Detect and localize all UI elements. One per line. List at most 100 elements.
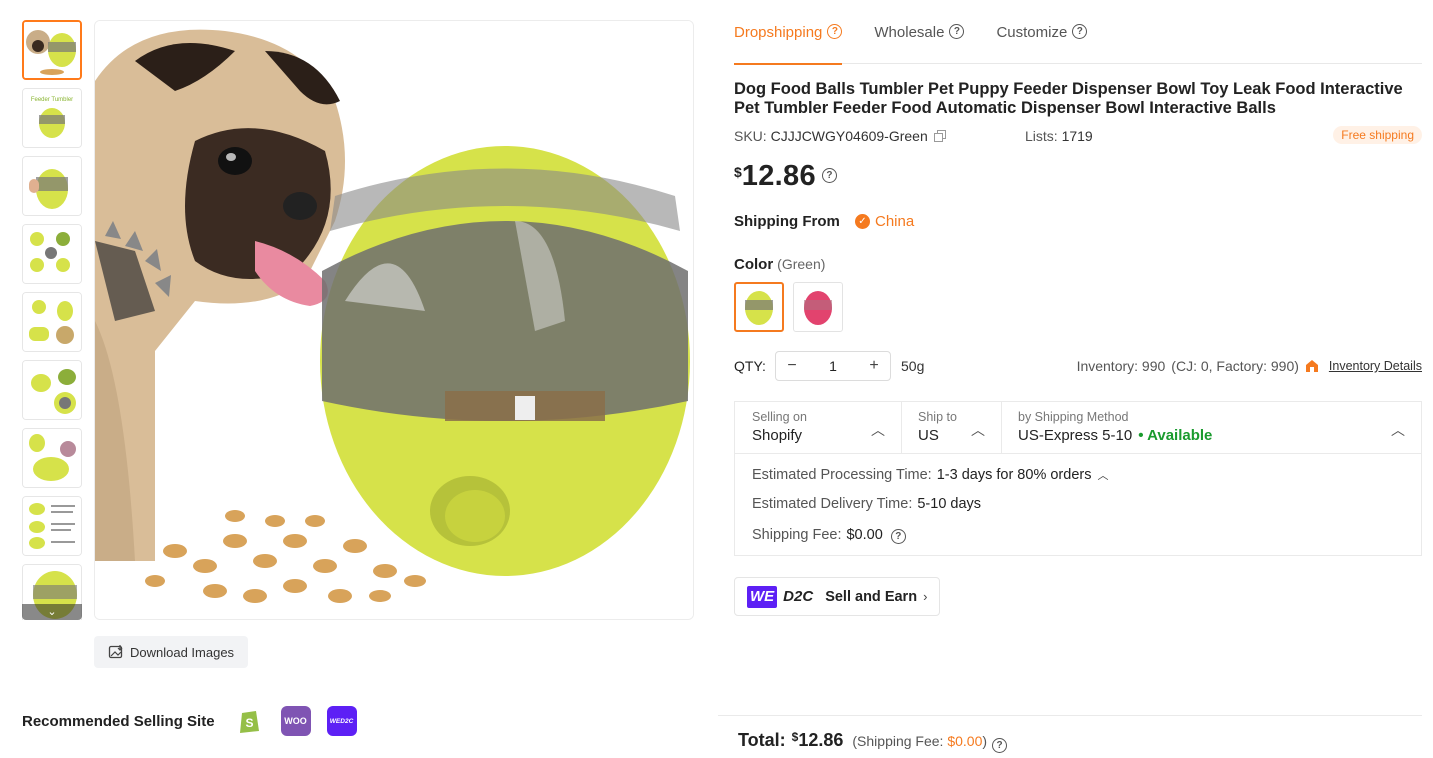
help-icon[interactable]: ? — [890, 529, 906, 544]
help-icon[interactable]: ? — [992, 738, 1008, 753]
delivery-time: Estimated Delivery Time: 5-10 days — [752, 496, 981, 512]
shipping-origin-option[interactable]: ✓ China — [855, 213, 914, 230]
ship-to-label: Ship to — [918, 410, 957, 424]
chevron-up-icon[interactable]: ︿ — [1098, 470, 1109, 482]
color-swatch-pink[interactable] — [793, 282, 843, 332]
shipping-method-value: US-Express 5-10 • Available — [1018, 427, 1421, 444]
shipping-selectors: Selling on Shopify ︿ Ship to US ︿ by Shi… — [735, 402, 1421, 454]
thumbnail-5-image — [23, 293, 81, 351]
price-amount: 12.86 — [741, 160, 816, 192]
delivery-time-label: Estimated Delivery Time: — [752, 496, 913, 512]
recommended-selling-site: Recommended Selling Site S WOO WED2C — [22, 706, 357, 736]
divider — [718, 715, 1422, 716]
shipping-method-name: US-Express 5-10 — [1018, 427, 1133, 444]
tab-dropshipping[interactable]: Dropshipping ? — [734, 20, 843, 65]
product-photo — [95, 21, 693, 619]
help-icon[interactable]: ? — [949, 24, 965, 39]
processing-time-label: Estimated Processing Time: — [752, 467, 932, 483]
total-fee-suffix: ) — [982, 733, 988, 749]
image-download-icon — [108, 645, 123, 659]
inventory-details-link[interactable]: Inventory Details — [1329, 359, 1422, 373]
sell-and-earn-label: Sell and Earn — [825, 588, 918, 605]
free-shipping-badge: Free shipping — [1333, 126, 1422, 144]
woocommerce-logo-icon[interactable]: WOO — [280, 706, 311, 736]
thumbnail-6[interactable] — [22, 360, 82, 420]
thumbnail-strip: Feeder Tumbler ⌄ — [22, 20, 82, 620]
quantity-input[interactable]: 1 — [808, 358, 858, 374]
processing-time: Estimated Processing Time: 1-3 days for 8… — [752, 467, 1109, 483]
thumbnail-4[interactable] — [22, 224, 82, 284]
quantity-stepper: − 1 + — [775, 351, 891, 381]
product-price: $ 12.86 ? — [734, 160, 837, 193]
svg-text:S: S — [245, 716, 253, 730]
download-images-label: Download Images — [130, 644, 235, 660]
total-currency: $ — [791, 730, 799, 744]
color-selected-value: (Green) — [777, 256, 826, 272]
wed2c-logo-icon[interactable]: WED2C — [326, 706, 357, 736]
wed2c-logo-text: WED2C — [329, 717, 354, 725]
selling-on-selector[interactable]: Selling on Shopify ︿ — [735, 402, 901, 454]
chevron-up-icon: ︿ — [1391, 422, 1405, 438]
total-shipping-fee: (Shipping Fee: $0.00) — [852, 733, 987, 749]
tab-wholesale[interactable]: Wholesale ? — [874, 20, 965, 64]
shipping-method-selector[interactable]: by Shipping Method US-Express 5-10 • Avai… — [1001, 402, 1421, 454]
main-product-image[interactable] — [94, 20, 694, 620]
thumbnail-7[interactable] — [22, 428, 82, 488]
we-logo: WE — [747, 585, 778, 608]
purchase-mode-tabs: Dropshipping ? Wholesale ? Customize ? — [734, 20, 1422, 65]
tab-dropshipping-label: Dropshipping — [734, 24, 823, 41]
copy-icon[interactable] — [933, 130, 946, 142]
sku-value: CJJJCWGY04609-Green — [770, 128, 928, 144]
price-currency: $ — [734, 164, 742, 180]
thumbnail-3[interactable] — [22, 156, 82, 216]
lists-label: Lists: — [1025, 128, 1058, 144]
sell-and-earn-button[interactable]: WE D2C Sell and Earn › — [734, 577, 940, 616]
help-icon[interactable]: ? — [821, 168, 837, 183]
green-feeder-image — [745, 291, 773, 325]
pink-feeder-image — [804, 291, 832, 325]
chevron-down-icon[interactable]: ⌄ — [22, 604, 82, 620]
download-images-button[interactable]: Download Images — [94, 636, 249, 668]
thumbnail-3-image — [23, 157, 81, 215]
ship-to-selector[interactable]: Ship to US ︿ — [901, 402, 1001, 454]
thumbnail-4-image — [23, 225, 81, 283]
increase-quantity-button[interactable]: + — [858, 357, 890, 375]
woocommerce-logo-text: WOO — [284, 716, 307, 726]
color-label-text: Color — [734, 256, 774, 273]
ship-to-value: US — [918, 427, 939, 444]
color-label: Color (Green) — [734, 256, 825, 273]
decrease-quantity-button[interactable]: − — [776, 357, 808, 375]
help-icon[interactable]: ? — [1072, 24, 1088, 39]
shipping-fee-value: $0.00 — [846, 527, 883, 543]
processing-time-value: 1-3 days for 80% orders — [936, 467, 1092, 483]
product-weight: 50g — [901, 358, 925, 374]
chevron-up-icon: ︿ — [871, 422, 885, 438]
thumbnail-2[interactable]: Feeder Tumbler — [22, 88, 82, 148]
shipping-method-status: • Available — [1138, 427, 1213, 444]
delivery-time-value: 5-10 days — [917, 496, 982, 512]
color-swatch-green[interactable] — [734, 282, 784, 332]
thumbnail-1[interactable] — [22, 20, 82, 80]
thumbnail-8[interactable] — [22, 496, 82, 556]
tab-customize[interactable]: Customize ? — [996, 20, 1088, 64]
inventory-breakdown: (CJ: 0, Factory: 990) — [1171, 358, 1299, 374]
order-total: Total: $ 12.86 (Shipping Fee: $0.00) ? — [738, 730, 1008, 753]
chevron-right-icon: › — [923, 589, 928, 604]
shipping-fee: Shipping Fee: $0.00 ? — [752, 527, 906, 544]
inventory-count: Inventory: 990 — [1076, 358, 1166, 374]
help-icon[interactable]: ? — [827, 24, 843, 39]
shopify-logo-icon[interactable]: S — [234, 706, 265, 736]
warehouse-icon — [1305, 360, 1318, 372]
quantity-label: QTY: — [734, 358, 766, 374]
inventory-info: Inventory: 990 (CJ: 0, Factory: 990) Inv… — [1077, 358, 1422, 374]
shipping-origin-value: China — [875, 213, 915, 230]
check-circle-icon: ✓ — [855, 214, 870, 229]
thumbnail-5[interactable] — [22, 292, 82, 352]
tab-wholesale-label: Wholesale — [874, 24, 945, 41]
thumbnail-8-image — [23, 497, 81, 555]
thumbnail-7-image — [23, 429, 81, 487]
shipping-panel: Selling on Shopify ︿ Ship to US ︿ by Shi… — [734, 401, 1422, 556]
shipping-from-label: Shipping From — [734, 213, 840, 230]
total-fee-value: $0.00 — [947, 733, 983, 749]
product-title: Dog Food Balls Tumbler Pet Puppy Feeder … — [734, 80, 1403, 117]
